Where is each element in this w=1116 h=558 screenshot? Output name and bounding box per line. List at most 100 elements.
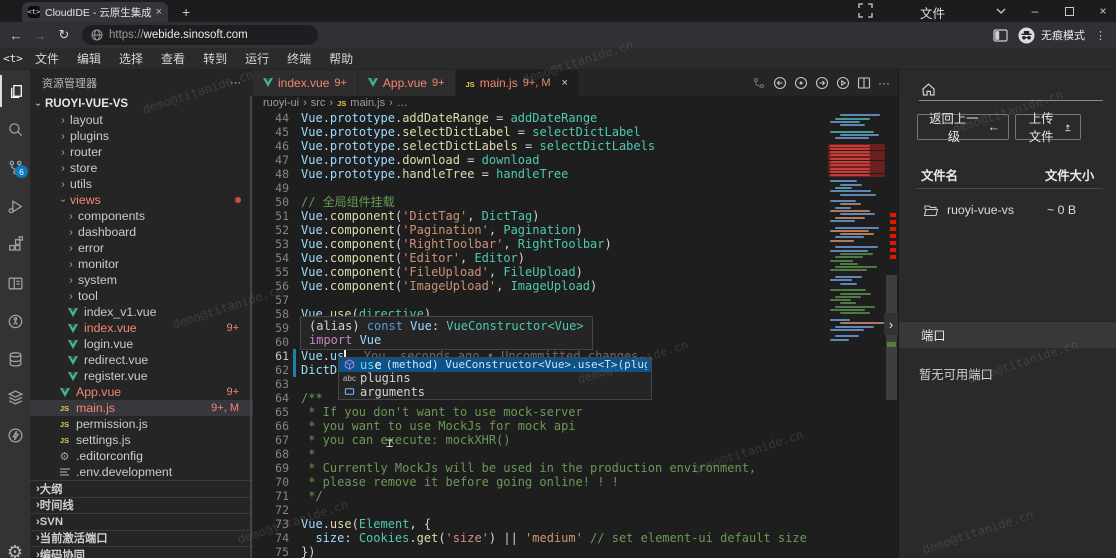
explorer-icon[interactable] <box>0 75 30 107</box>
source-control-icon[interactable]: 6 <box>0 151 30 183</box>
side-panel-icon[interactable] <box>993 29 1008 42</box>
extensions-icon[interactable] <box>0 228 30 260</box>
tree-item-router[interactable]: ›router <box>30 144 253 160</box>
fullscreen-icon[interactable] <box>858 3 873 18</box>
browser-menu-icon[interactable]: ⋮ <box>1095 29 1106 42</box>
tree-item-register.vue[interactable]: register.vue <box>30 368 253 384</box>
run-file-icon[interactable] <box>836 76 850 90</box>
tree-item-index.vue[interactable]: index.vue9+ <box>30 320 253 336</box>
code-line[interactable]: 50// 全局组件挂载 <box>253 195 828 209</box>
code-line[interactable]: 45Vue.prototype.selectDictLabel = select… <box>253 125 828 139</box>
tree-item-plugins[interactable]: ›plugins <box>30 128 253 144</box>
tree-item-dashboard[interactable]: ›dashboard <box>30 224 253 240</box>
code-line[interactable]: 69 * Currently MockJs will be used in th… <box>253 461 828 475</box>
code-line[interactable]: 48Vue.prototype.handleTree = handleTree <box>253 167 828 181</box>
code-line[interactable]: 54Vue.component('Editor', Editor) <box>253 251 828 265</box>
tree-item-permission.js[interactable]: JSpermission.js <box>30 416 253 432</box>
preview-panel-icon[interactable] <box>0 267 30 299</box>
reload-icon[interactable]: ↻ <box>52 27 76 43</box>
code-line[interactable]: 73Vue.use(Element, { <box>253 517 828 531</box>
menu-item[interactable]: 选择 <box>110 48 152 70</box>
editor-tab-App.vue[interactable]: App.vue9+ <box>358 70 456 96</box>
code-line[interactable]: 75}) <box>253 545 828 558</box>
window-maximize-button[interactable] <box>1054 0 1084 22</box>
sidebar-scrollbar[interactable] <box>250 96 252 558</box>
code-line[interactable]: 68 * <box>253 447 828 461</box>
tree-item-tool[interactable]: ›tool <box>30 288 253 304</box>
panel-expand-chevron[interactable]: › <box>884 313 898 335</box>
editor-tab-main.js[interactable]: JSmain.js9+, M× <box>456 70 579 96</box>
tree-item-components[interactable]: ›components <box>30 208 253 224</box>
git-graph-icon[interactable] <box>0 305 30 337</box>
tree-item-settings.js[interactable]: JSsettings.js <box>30 432 253 448</box>
code-line[interactable]: 74 size: Cookies.get('size') || 'medium'… <box>253 531 828 545</box>
breadcrumb[interactable]: ruoyi-ui›src›JSmain.js›… <box>253 96 898 110</box>
search-icon[interactable] <box>0 113 30 145</box>
code-line[interactable]: 71 */ <box>253 489 828 503</box>
tree-item-utils[interactable]: ›utils <box>30 176 253 192</box>
menu-item[interactable]: 帮助 <box>320 48 362 70</box>
code-line[interactable]: 55Vue.component('FileUpload', FileUpload… <box>253 265 828 279</box>
code-line[interactable]: 57 <box>253 293 828 307</box>
tab-close-icon[interactable]: × <box>562 77 568 89</box>
tree-item-error[interactable]: ›error <box>30 240 253 256</box>
forward-icon[interactable]: → <box>28 28 52 43</box>
code-line[interactable]: 44Vue.prototype.addDateRange = addDateRa… <box>253 111 828 125</box>
file-row-ruoyi-vue-vs[interactable]: ruoyi-vue-vs~ 0 B <box>899 198 1116 222</box>
bolt-icon[interactable] <box>0 419 30 451</box>
code-line[interactable]: 65 * If you don't want to use mock-serve… <box>253 405 828 419</box>
editor-tab-index.vue[interactable]: index.vue9+ <box>253 70 358 96</box>
sidebar-section-编码协同[interactable]: ›编码协同 <box>30 546 253 558</box>
suggest-item-plugins[interactable]: abcplugins <box>339 372 651 386</box>
tree-item-.editorconfig[interactable]: ⚙.editorconfig <box>30 448 253 464</box>
code-line[interactable]: 56Vue.component('ImageUpload', ImageUplo… <box>253 279 828 293</box>
tree-item-.env.development[interactable]: .env.development <box>30 464 253 480</box>
tree-item-redirect.vue[interactable]: redirect.vue <box>30 352 253 368</box>
browser-tab[interactable]: <t> CloudIDE - 云原生集成开发环境 × <box>22 2 168 22</box>
sidebar-section-SVN[interactable]: ›SVN <box>30 513 253 530</box>
menu-item[interactable]: 终端 <box>278 48 320 70</box>
tree-item-system[interactable]: ›system <box>30 272 253 288</box>
breadcrumb-file[interactable]: main.js <box>350 97 385 109</box>
tree-item-store[interactable]: ›store <box>30 160 253 176</box>
menu-item[interactable]: 查看 <box>152 48 194 70</box>
database-icon[interactable] <box>0 343 30 375</box>
window-minimize-button[interactable]: – <box>1020 0 1050 22</box>
code-line[interactable]: 67 * you can execute: mockXHR() <box>253 433 828 447</box>
code-line[interactable]: 70 * please remove it before going onlin… <box>253 475 828 489</box>
address-bar[interactable]: https:// webide.sinosoft.com <box>82 25 318 45</box>
navigate-forward-icon[interactable] <box>815 76 829 90</box>
code-line[interactable]: 66 * you want to use MockJs for mock api <box>253 419 828 433</box>
tree-item-views[interactable]: ›views <box>30 192 253 208</box>
settings-gear-icon[interactable]: ⚙ <box>0 536 30 558</box>
tree-item-login.vue[interactable]: login.vue <box>30 336 253 352</box>
layers-icon[interactable] <box>0 381 30 413</box>
run-debug-icon[interactable] <box>0 190 30 222</box>
ports-section-header[interactable]: 端口 <box>899 321 1116 348</box>
code-line[interactable]: 46Vue.prototype.selectDictLabels = selec… <box>253 139 828 153</box>
code-line[interactable]: 47Vue.prototype.download = download <box>253 153 828 167</box>
tab-search-chevron-icon[interactable] <box>986 0 1016 22</box>
scrollbar-thumb[interactable] <box>886 275 897 400</box>
tree-item-monitor[interactable]: ›monitor <box>30 256 253 272</box>
navigate-dot-icon[interactable] <box>794 76 808 90</box>
tree-root[interactable]: ›RUOYI-VUE-VS <box>30 96 253 112</box>
tree-item-App.vue[interactable]: App.vue9+ <box>30 384 253 400</box>
suggest-item-arguments[interactable]: arguments <box>339 385 651 399</box>
home-icon[interactable] <box>921 82 936 96</box>
code-line[interactable]: 52Vue.component('Pagination', Pagination… <box>253 223 828 237</box>
split-editor-icon[interactable] <box>857 76 871 90</box>
compare-changes-icon[interactable] <box>752 76 766 90</box>
window-close-button[interactable]: × <box>1088 0 1116 22</box>
code-line[interactable]: 53Vue.component('RightToolbar', RightToo… <box>253 237 828 251</box>
explorer-more-icon[interactable]: ··· <box>230 77 241 89</box>
menu-item[interactable]: 运行 <box>236 48 278 70</box>
sidebar-section-时间线[interactable]: ›时间线 <box>30 497 253 514</box>
new-tab-button[interactable]: + <box>182 4 190 20</box>
sidebar-section-当前激活端口[interactable]: ›当前激活端口 <box>30 530 253 547</box>
code-line[interactable]: 51Vue.component('DictTag', DictTag) <box>253 209 828 223</box>
navigate-back-icon[interactable] <box>773 76 787 90</box>
minimap[interactable] <box>828 111 885 351</box>
tab-close-icon[interactable]: × <box>156 6 162 18</box>
code-line[interactable]: 72 <box>253 503 828 517</box>
